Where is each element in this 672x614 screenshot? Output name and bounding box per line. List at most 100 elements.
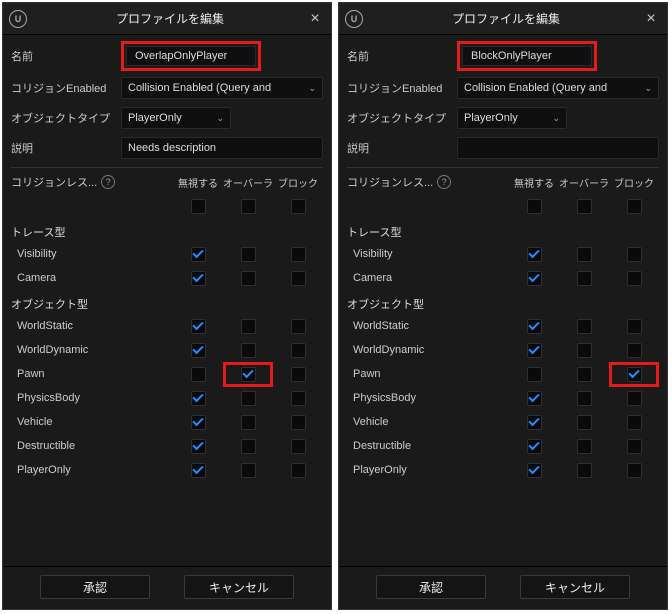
object-type-select[interactable]: PlayerOnly ⌄ [121, 107, 231, 129]
help-icon[interactable]: ? [101, 175, 115, 189]
response-checkbox[interactable] [291, 415, 306, 430]
response-checkbox[interactable] [527, 439, 542, 454]
response-checkbox[interactable] [577, 247, 592, 262]
object-type-select[interactable]: PlayerOnly ⌄ [457, 107, 567, 129]
check-cell [509, 199, 559, 214]
response-checkbox[interactable] [241, 199, 256, 214]
response-checkbox[interactable] [577, 367, 592, 382]
response-checkbox[interactable] [291, 439, 306, 454]
response-checkbox[interactable] [191, 319, 206, 334]
response-checkbox[interactable] [191, 439, 206, 454]
collision-enabled-select[interactable]: Collision Enabled (Query and ⌄ [121, 77, 323, 99]
response-checkbox[interactable] [191, 415, 206, 430]
check-cell [273, 199, 323, 214]
response-checkbox[interactable] [577, 343, 592, 358]
collision-enabled-select[interactable]: Collision Enabled (Query and ⌄ [457, 77, 659, 99]
response-checkbox[interactable] [577, 391, 592, 406]
response-checkbox[interactable] [291, 199, 306, 214]
response-checkbox[interactable] [191, 247, 206, 262]
response-checkbox[interactable] [577, 271, 592, 286]
help-icon[interactable]: ? [437, 175, 451, 189]
response-checkbox[interactable] [627, 391, 642, 406]
edit-profile-dialog: U プロファイルを編集 × 名前 OverlapOnlyPlayer コリジョン… [2, 2, 332, 610]
check-cell [509, 463, 559, 478]
check-cell [173, 362, 223, 387]
response-checkbox[interactable] [527, 319, 542, 334]
check-cell [223, 247, 273, 262]
description-input[interactable] [457, 137, 659, 159]
accept-button[interactable]: 承認 [40, 575, 150, 599]
response-checkbox[interactable] [291, 343, 306, 358]
name-input[interactable]: OverlapOnlyPlayer [126, 46, 256, 66]
response-checkbox[interactable] [241, 439, 256, 454]
response-checkbox[interactable] [291, 463, 306, 478]
check-cell [223, 391, 273, 406]
response-checkbox[interactable] [577, 415, 592, 430]
check-cell [273, 247, 323, 262]
close-button[interactable]: × [641, 9, 661, 29]
response-checkbox[interactable] [241, 367, 256, 382]
response-checkbox[interactable] [627, 319, 642, 334]
check-cell [223, 439, 273, 454]
response-checkbox[interactable] [627, 247, 642, 262]
response-checkbox[interactable] [627, 343, 642, 358]
check-cell [509, 439, 559, 454]
response-checkbox[interactable] [577, 439, 592, 454]
response-row-label: Destructible [11, 440, 173, 452]
response-checkbox[interactable] [527, 415, 542, 430]
check-cell [609, 199, 659, 214]
response-row: WorldStatic [11, 314, 323, 338]
response-checkbox[interactable] [291, 247, 306, 262]
check-cell [173, 391, 223, 406]
response-checkbox[interactable] [191, 271, 206, 286]
response-checkbox[interactable] [627, 199, 642, 214]
description-input[interactable]: Needs description [121, 137, 323, 159]
response-checkbox[interactable] [527, 199, 542, 214]
name-input[interactable]: BlockOnlyPlayer [462, 46, 592, 66]
response-checkbox[interactable] [577, 319, 592, 334]
response-checkbox[interactable] [291, 271, 306, 286]
response-checkbox[interactable] [627, 463, 642, 478]
response-checkbox[interactable] [241, 463, 256, 478]
response-checkbox[interactable] [627, 367, 642, 382]
response-row: Pawn [347, 362, 659, 386]
response-checkbox[interactable] [241, 319, 256, 334]
response-checkbox[interactable] [241, 271, 256, 286]
check-cell [609, 463, 659, 478]
cancel-button[interactable]: キャンセル [184, 575, 294, 599]
close-button[interactable]: × [305, 9, 325, 29]
response-checkbox[interactable] [627, 439, 642, 454]
check-cell [273, 415, 323, 430]
response-checkbox[interactable] [527, 463, 542, 478]
response-checkbox[interactable] [191, 391, 206, 406]
response-checkbox[interactable] [627, 415, 642, 430]
response-checkbox[interactable] [291, 391, 306, 406]
response-checkbox[interactable] [527, 343, 542, 358]
accept-button[interactable]: 承認 [376, 575, 486, 599]
check-cell [173, 199, 223, 214]
response-checkbox[interactable] [191, 463, 206, 478]
response-checkbox[interactable] [191, 367, 206, 382]
response-checkbox[interactable] [527, 247, 542, 262]
response-checkbox[interactable] [577, 463, 592, 478]
response-checkbox[interactable] [191, 343, 206, 358]
response-row: WorldDynamic [11, 338, 323, 362]
response-checkbox[interactable] [527, 367, 542, 382]
response-checkbox[interactable] [241, 247, 256, 262]
response-checkbox[interactable] [627, 271, 642, 286]
response-checkbox[interactable] [527, 391, 542, 406]
response-checkbox[interactable] [577, 199, 592, 214]
response-checkbox[interactable] [527, 271, 542, 286]
cancel-button[interactable]: キャンセル [520, 575, 630, 599]
check-cell [509, 319, 559, 334]
response-checkbox[interactable] [241, 343, 256, 358]
response-checkbox[interactable] [241, 415, 256, 430]
response-checkbox[interactable] [191, 199, 206, 214]
response-checkbox[interactable] [241, 391, 256, 406]
chevron-down-icon: ⌄ [308, 83, 316, 94]
response-checkbox[interactable] [291, 319, 306, 334]
check-cell [559, 463, 609, 478]
response-row-label: WorldStatic [11, 320, 173, 332]
check-cell [273, 362, 323, 387]
response-checkbox[interactable] [291, 367, 306, 382]
